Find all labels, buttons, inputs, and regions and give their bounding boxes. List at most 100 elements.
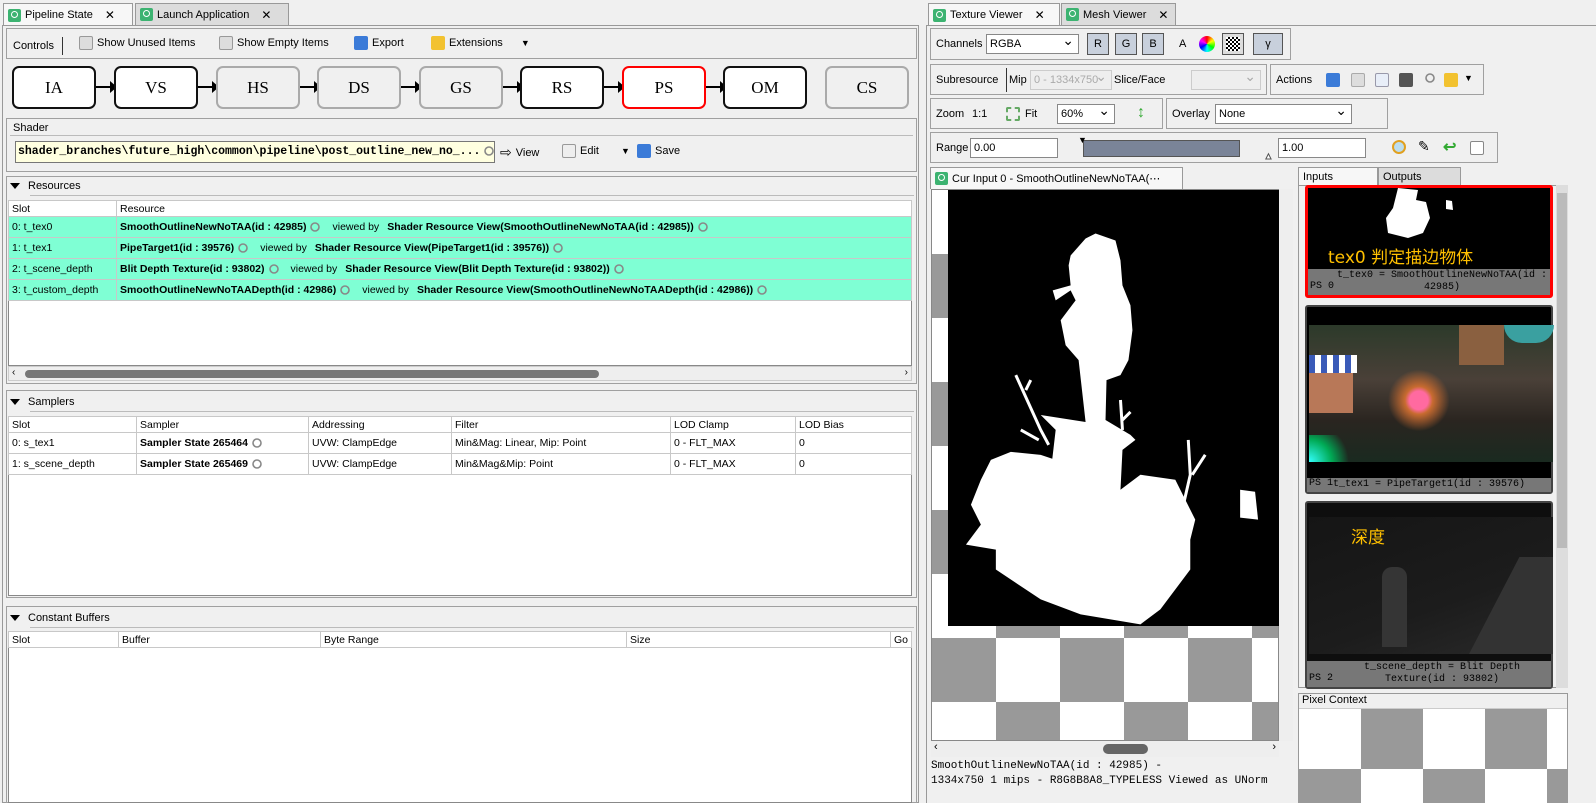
link-icon[interactable] — [1425, 73, 1435, 83]
horizontal-scrollbar[interactable]: ‹ › — [931, 741, 1279, 757]
zoom-range-icon[interactable] — [1392, 140, 1406, 154]
tab-outputs[interactable]: Outputs — [1378, 167, 1461, 185]
show-unused-button[interactable]: Show Unused Items — [79, 36, 195, 50]
channel-g-toggle[interactable]: G — [1115, 33, 1137, 55]
tab-texture-viewer[interactable]: Texture Viewer ✕ — [928, 3, 1060, 26]
table-row[interactable]: 0: s_tex1 Sampler State 265464 UVW: ClampE… — [8, 432, 912, 454]
save-shader-button[interactable]: Save — [637, 144, 680, 158]
stage-vs[interactable]: VS — [114, 66, 198, 109]
stage-hs[interactable]: HS — [216, 66, 300, 109]
shader-path-field[interactable]: shader_branches\future_high\common\pipel… — [15, 141, 495, 163]
tab-launch-application[interactable]: Launch Application ✕ — [135, 3, 289, 25]
stage-ps[interactable]: PS — [622, 66, 706, 109]
scrollbar-thumb[interactable] — [1103, 744, 1148, 754]
range-min-input[interactable]: 0.00 — [970, 138, 1058, 158]
thumbnail-ps1[interactable]: PS 1 t_tex1 = PipeTarget1(id : 39576) — [1305, 305, 1554, 494]
table-row[interactable]: 1: s_scene_depth Sampler State 265469 UVW:… — [8, 453, 912, 475]
texture-canvas[interactable] — [931, 189, 1280, 741]
column-addressing[interactable]: Addressing — [308, 416, 452, 433]
overlay-select[interactable]: None — [1215, 102, 1352, 124]
link-icon[interactable] — [553, 243, 563, 253]
gamma-toggle[interactable]: γ — [1253, 33, 1283, 55]
flip-vertical-icon[interactable]: ↕ — [1137, 104, 1145, 122]
link-icon[interactable] — [310, 222, 321, 232]
range-min-handle[interactable]: ▼ — [1078, 135, 1087, 145]
stage-gs[interactable]: GS — [419, 66, 503, 109]
range-max-input[interactable]: 1.00 — [1278, 138, 1366, 158]
column-slot[interactable]: Slot — [8, 631, 119, 648]
channel-r-toggle[interactable]: R — [1087, 33, 1109, 55]
stage-ds[interactable]: DS — [317, 66, 401, 109]
table-row[interactable]: 1: t_tex1 PipeTarget1(id : 39576) viewed b… — [8, 237, 912, 259]
close-icon[interactable]: ✕ — [1035, 8, 1045, 22]
view-shader-button[interactable]: ⇨ View — [500, 144, 539, 161]
pixel-context-view[interactable] — [1299, 709, 1567, 803]
stage-ia[interactable]: IA — [12, 66, 96, 109]
dropdown-arrow-icon[interactable]: ▼ — [621, 146, 630, 156]
link-icon[interactable] — [697, 222, 708, 232]
samplers-header[interactable]: Samplers — [10, 396, 74, 408]
tab-inputs[interactable]: Inputs — [1298, 167, 1378, 185]
channel-a-toggle[interactable]: A — [1179, 38, 1186, 50]
close-icon[interactable]: ✕ — [261, 8, 271, 22]
column-resource[interactable]: Resource — [116, 200, 912, 217]
stage-om[interactable]: OM — [723, 66, 807, 109]
checkerboard-toggle[interactable] — [1222, 33, 1244, 55]
edit-shader-button[interactable]: Edit ▼ — [562, 144, 630, 158]
channel-b-toggle[interactable]: B — [1142, 33, 1164, 55]
tab-pipeline-state[interactable]: Pipeline State ✕ — [3, 3, 133, 26]
extensions-button[interactable]: Extensions ▼ — [431, 36, 530, 50]
link-icon[interactable] — [340, 285, 351, 295]
tab-cur-input[interactable]: Cur Input 0 - SmoothOutlineNewNoTAA(⋯ — [930, 167, 1183, 189]
link-icon[interactable] — [238, 243, 248, 253]
constant-buffers-header[interactable]: Constant Buffers — [10, 612, 110, 624]
tab-mesh-viewer[interactable]: Mesh Viewer ✕ — [1061, 3, 1176, 25]
thumbnail-scrollbar[interactable] — [1556, 185, 1568, 688]
column-go[interactable]: Go — [890, 631, 912, 648]
color-wheel-icon[interactable] — [1199, 36, 1215, 52]
link-icon[interactable] — [252, 459, 262, 469]
puzzle-icon[interactable] — [1444, 73, 1458, 87]
open-resource-icon[interactable] — [1375, 73, 1389, 87]
link-icon[interactable] — [757, 285, 767, 295]
column-size[interactable]: Size — [626, 631, 891, 648]
reset-range-icon[interactable]: ↩ — [1443, 137, 1456, 157]
column-byte-range[interactable]: Byte Range — [320, 631, 627, 648]
slice-face-select[interactable] — [1191, 68, 1261, 90]
thumbnail-ps2[interactable]: 深度 PS 2 t_scene_depth = Blit Depth Textur… — [1305, 501, 1553, 689]
resources-header[interactable]: Resources — [10, 180, 81, 192]
fit-button[interactable]: Fit — [1025, 108, 1037, 120]
column-slot[interactable]: Slot — [8, 200, 117, 217]
link-icon[interactable] — [252, 438, 262, 448]
export-button[interactable]: Export — [354, 36, 404, 50]
mip-select[interactable]: 0 - 1334x750 — [1030, 68, 1112, 90]
save-texture-icon[interactable] — [1326, 73, 1340, 87]
copy-icon[interactable] — [1351, 73, 1365, 87]
dropdown-arrow-icon[interactable]: ▼ — [1464, 73, 1473, 83]
link-icon[interactable] — [613, 264, 624, 274]
thumbnail-ps0[interactable]: tex0 判定描边物体 PS 0 t_tex0 = SmoothOutlineNe… — [1305, 185, 1553, 298]
horizontal-scrollbar[interactable]: ‹ › — [8, 366, 912, 381]
table-row[interactable]: 0: t_tex0 SmoothOutlineNewNoTAA(id : 4298… — [8, 216, 912, 238]
range-max-handle[interactable]: ▲ — [1264, 151, 1274, 162]
column-lod-clamp[interactable]: LOD Clamp — [670, 416, 796, 433]
stage-cs[interactable]: CS — [825, 66, 909, 109]
table-row[interactable]: 3: t_custom_depth SmoothOutlineNewNoTAADe… — [8, 279, 912, 301]
column-sampler[interactable]: Sampler — [136, 416, 309, 433]
column-lod-bias[interactable]: LOD Bias — [795, 416, 912, 433]
link-icon[interactable] — [484, 146, 494, 156]
table-row[interactable]: 2: t_scene_depth Blit Depth Texture(id : … — [8, 258, 912, 280]
close-icon[interactable]: ✕ — [1158, 8, 1168, 22]
stage-rs[interactable]: RS — [520, 66, 604, 109]
zoom-select[interactable]: 60% — [1057, 102, 1115, 124]
range-slider[interactable] — [1083, 140, 1240, 157]
binoculars-icon[interactable] — [1399, 73, 1413, 87]
zoom-1-1-button[interactable]: 1:1 — [972, 108, 987, 120]
pipette-icon[interactable]: ✎ — [1418, 138, 1430, 155]
vertical-scrollbar[interactable] — [1279, 189, 1293, 741]
column-slot[interactable]: Slot — [8, 416, 137, 433]
scrollbar-thumb[interactable] — [25, 370, 599, 378]
link-icon[interactable] — [268, 264, 279, 274]
show-empty-button[interactable]: Show Empty Items — [219, 36, 329, 50]
column-filter[interactable]: Filter — [451, 416, 671, 433]
